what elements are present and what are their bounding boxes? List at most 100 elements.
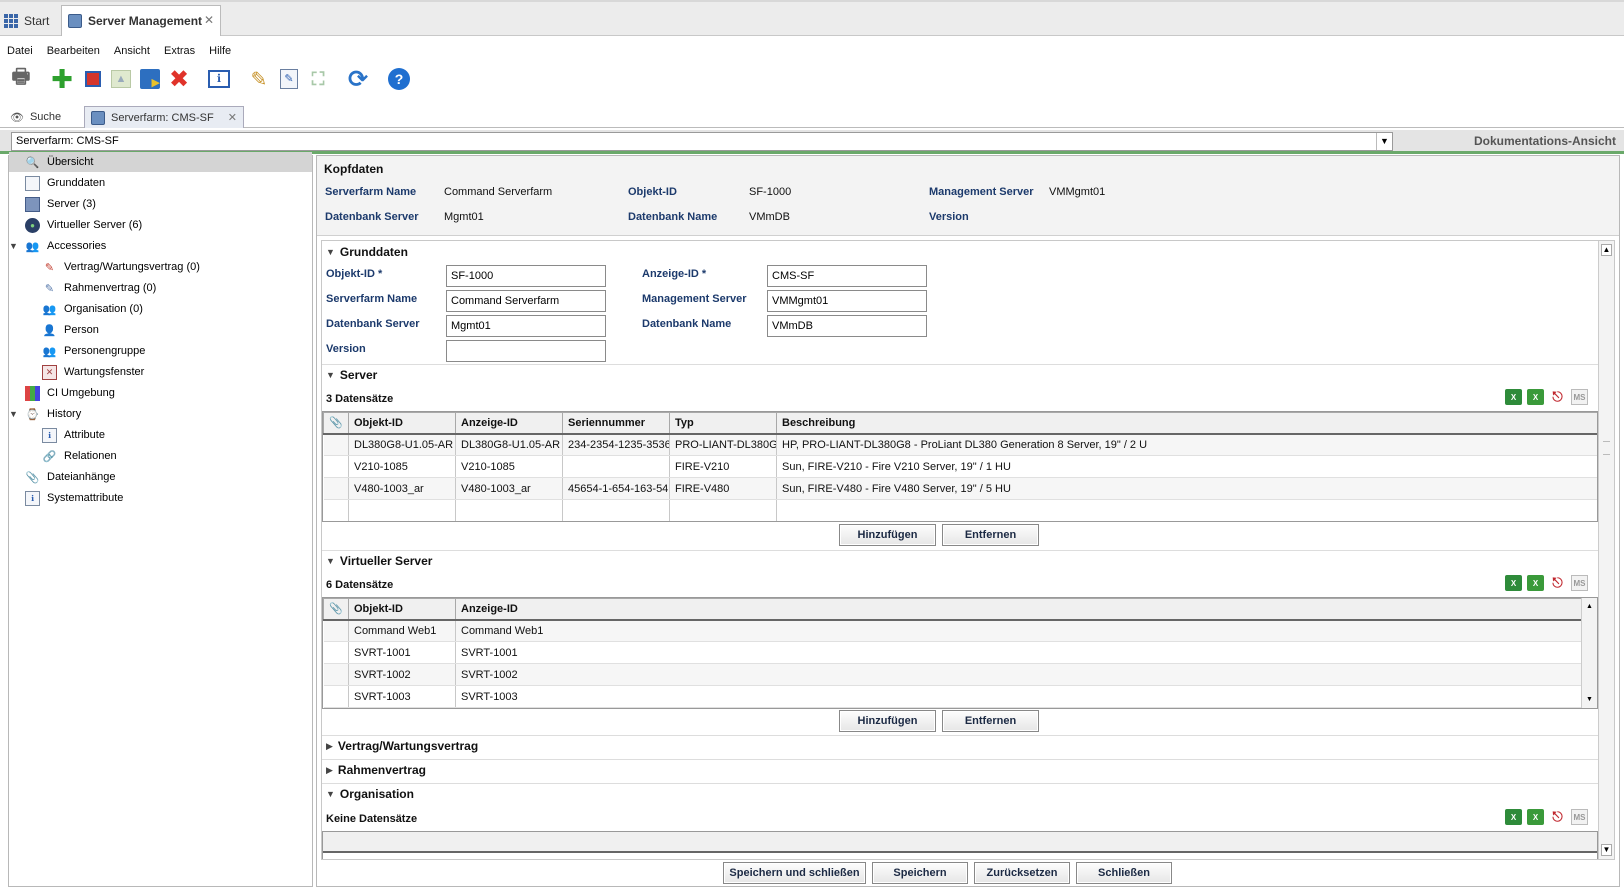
- close-icon[interactable]: ✕: [228, 111, 237, 124]
- export-icon[interactable]: ▶: [137, 66, 163, 92]
- excel-export-icon[interactable]: X: [1505, 809, 1522, 825]
- datenbank-server-field[interactable]: Mgmt01: [446, 315, 606, 337]
- edit-document-icon[interactable]: ✎: [276, 66, 302, 92]
- menu-bearbeiten[interactable]: Bearbeiten: [40, 42, 107, 60]
- ms-export-icon[interactable]: MS: [1571, 389, 1588, 405]
- tree-item-accessories[interactable]: ▼ 👥 Accessories: [9, 236, 106, 256]
- tree-item-relationen[interactable]: 🔗 Relationen: [42, 446, 117, 466]
- section-vertrag-header[interactable]: ▶ Vertrag/Wartungsvertrag: [326, 739, 478, 753]
- tree-item-history[interactable]: ▼ ⌚ History: [9, 404, 81, 424]
- tree-item-organisation[interactable]: 👥 Organisation (0): [42, 299, 143, 319]
- table-row[interactable]: [323, 499, 1597, 521]
- tree-item-server[interactable]: Server (3): [25, 194, 96, 214]
- column-header[interactable]: Objekt-ID: [348, 412, 456, 435]
- excel-export-all-icon[interactable]: X: [1527, 389, 1544, 405]
- edit-brush-icon[interactable]: ✎: [246, 66, 272, 92]
- objekt-id-field[interactable]: SF-1000: [446, 265, 606, 287]
- scroll-down-icon[interactable]: ▼: [1584, 694, 1595, 705]
- expand-icon[interactable]: ▶: [326, 765, 333, 776]
- tab-search[interactable]: 👁 Suche: [10, 106, 61, 128]
- excel-export-all-icon[interactable]: X: [1527, 809, 1544, 825]
- version-field[interactable]: [446, 340, 606, 362]
- vertical-scrollbar[interactable]: ▲ ▼: [1598, 241, 1614, 859]
- table-row[interactable]: Command Web1 Command Web1: [323, 619, 1583, 642]
- excel-export-icon[interactable]: X: [1505, 389, 1522, 405]
- table-row[interactable]: SVRT-1002 SVRT-1002: [323, 663, 1583, 686]
- tree-item-virtueller-server[interactable]: ● Virtueller Server (6): [25, 215, 142, 235]
- delete-icon[interactable]: ✖: [166, 66, 192, 93]
- tab-start[interactable]: Start: [4, 5, 49, 36]
- management-server-field[interactable]: VMMgmt01: [767, 290, 927, 312]
- ms-export-icon[interactable]: MS: [1571, 575, 1588, 591]
- section-grunddaten-header[interactable]: ▼ Grunddaten: [326, 245, 408, 259]
- tree-item-systemattribute[interactable]: ℹ Systemattribute: [25, 488, 123, 508]
- table-scrollbar[interactable]: ▲ ▼: [1581, 598, 1597, 708]
- attachment-column-icon[interactable]: 📎: [323, 412, 349, 435]
- ms-export-icon[interactable]: MS: [1571, 809, 1588, 825]
- move-up-icon[interactable]: ▲: [108, 66, 134, 92]
- relations-icon[interactable]: ⛶: [305, 66, 331, 92]
- datenbank-name-field[interactable]: VMmDB: [767, 315, 927, 337]
- scroll-up-icon[interactable]: ▲: [1584, 601, 1595, 612]
- column-header[interactable]: Anzeige-ID: [455, 598, 1583, 621]
- object-selector[interactable]: Serverfarm: CMS-SF ▼: [11, 132, 1393, 151]
- save-and-close-button[interactable]: Speichern und schließen: [723, 862, 866, 884]
- close-button[interactable]: Schließen: [1076, 862, 1172, 884]
- collapse-icon[interactable]: ▼: [326, 556, 335, 566]
- tree-item-wartungsfenster[interactable]: ✕ Wartungsfenster: [42, 362, 144, 382]
- expand-icon[interactable]: ▶: [326, 741, 333, 752]
- tab-serverfarm[interactable]: Serverfarm: CMS-SF ✕: [84, 106, 244, 128]
- collapse-icon[interactable]: ▼: [326, 789, 335, 799]
- reset-button[interactable]: Zurücksetzen: [974, 862, 1070, 884]
- copy-icon[interactable]: [80, 66, 106, 92]
- column-header[interactable]: Typ: [669, 412, 777, 435]
- collapse-icon[interactable]: ▼: [326, 370, 335, 380]
- tree-item-vertrag[interactable]: ✎ Vertrag/Wartungsvertrag (0): [42, 257, 200, 277]
- scroll-up-icon[interactable]: ▲: [1601, 244, 1612, 256]
- menu-hilfe[interactable]: Hilfe: [202, 42, 238, 60]
- column-header[interactable]: Objekt-ID: [348, 598, 456, 621]
- section-server-header[interactable]: ▼ Server: [326, 368, 377, 382]
- section-organisation-header[interactable]: ▼ Organisation: [326, 787, 414, 801]
- help-icon[interactable]: ?: [386, 66, 412, 92]
- tree-item-ci-umgebung[interactable]: CI Umgebung: [25, 383, 115, 403]
- virtual-remove-button[interactable]: Entfernen: [942, 710, 1039, 732]
- excel-export-all-icon[interactable]: X: [1527, 575, 1544, 591]
- table-row[interactable]: V480-1003_ar V480-1003_ar 45654-1-654-16…: [323, 477, 1597, 500]
- pdf-export-icon[interactable]: ⎋: [1549, 575, 1566, 591]
- excel-export-icon[interactable]: X: [1505, 575, 1522, 591]
- section-rahmenvertrag-header[interactable]: ▶ Rahmenvertrag: [326, 763, 426, 777]
- table-row[interactable]: SVRT-1003 SVRT-1003: [323, 685, 1583, 708]
- collapse-icon[interactable]: ▼: [326, 247, 335, 257]
- column-header[interactable]: Seriennummer: [562, 412, 670, 435]
- close-icon[interactable]: ✕: [204, 13, 214, 27]
- server-add-button[interactable]: Hinzufügen: [839, 524, 936, 546]
- tree-item-attribute[interactable]: ℹ Attribute: [42, 425, 105, 445]
- tree-item-personengruppe[interactable]: 👥 Personengruppe: [42, 341, 146, 361]
- server-remove-button[interactable]: Entfernen: [942, 524, 1039, 546]
- section-virtual-server-header[interactable]: ▼ Virtueller Server: [326, 554, 432, 568]
- refresh-icon[interactable]: ⟳: [345, 66, 371, 93]
- column-header[interactable]: Anzeige-ID: [455, 412, 563, 435]
- tree-item-grunddaten[interactable]: Grunddaten: [25, 173, 105, 193]
- column-header[interactable]: Beschreibung: [776, 412, 1597, 435]
- serverfarm-name-field[interactable]: Command Serverfarm: [446, 290, 606, 312]
- print-icon[interactable]: 🖶: [8, 66, 34, 92]
- tree-item-dateianhaenge[interactable]: 📎 Dateianhänge: [25, 467, 116, 487]
- expand-icon[interactable]: ▼: [9, 241, 18, 251]
- tree-item-uebersicht[interactable]: 🔍 Übersicht: [9, 152, 312, 172]
- tab-server-management[interactable]: Server Management ✕: [61, 5, 221, 36]
- virtual-add-button[interactable]: Hinzufügen: [839, 710, 936, 732]
- scroll-grip[interactable]: [1603, 441, 1610, 455]
- table-row[interactable]: DL380G8-U1.05-AR DL380G8-U1.05-AR 234-23…: [323, 433, 1597, 456]
- table-row[interactable]: SVRT-1001 SVRT-1001: [323, 641, 1583, 664]
- table-row[interactable]: V210-1085 V210-1085 FIRE-V210 Sun, FIRE-…: [323, 455, 1597, 478]
- pdf-export-icon[interactable]: ⎋: [1549, 809, 1566, 825]
- anzeige-id-field[interactable]: CMS-SF: [767, 265, 927, 287]
- tree-item-rahmenvertrag[interactable]: ✎ Rahmenvertrag (0): [42, 278, 156, 298]
- expand-icon[interactable]: ▼: [9, 409, 18, 419]
- save-button[interactable]: Speichern: [872, 862, 968, 884]
- tree-item-person[interactable]: 👤 Person: [42, 320, 99, 340]
- scroll-down-icon[interactable]: ▼: [1601, 844, 1612, 856]
- menu-ansicht[interactable]: Ansicht: [107, 42, 157, 60]
